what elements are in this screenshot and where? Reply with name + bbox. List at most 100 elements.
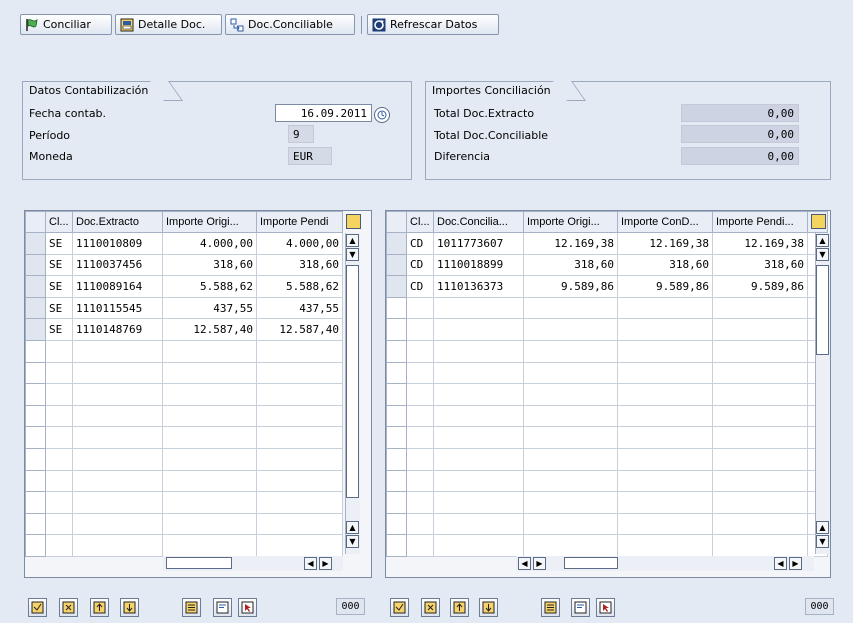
table-cell[interactable]: [433, 469, 524, 493]
table-row[interactable]: CD 1110136373 9.589,86 9.589,86 9.589,86: [386, 275, 828, 298]
row-selector[interactable]: [386, 491, 407, 514]
row-selector[interactable]: [25, 296, 46, 320]
scroll-right-icon[interactable]: ▶: [789, 557, 802, 570]
row-selector[interactable]: [386, 318, 407, 341]
table-cell[interactable]: 9.589,86: [523, 275, 618, 298]
table-cell[interactable]: [523, 318, 618, 341]
row-selector[interactable]: [386, 426, 407, 449]
scroll-left-icon[interactable]: ◀: [774, 557, 787, 570]
table-cell[interactable]: [617, 512, 713, 536]
table-cell[interactable]: [256, 361, 343, 385]
table-cell[interactable]: 12.169,38: [523, 232, 618, 255]
table-cell[interactable]: 437,55: [162, 296, 257, 320]
table-row[interactable]: [386, 469, 828, 493]
table-cell[interactable]: [523, 469, 618, 493]
row-selector[interactable]: [386, 512, 407, 536]
table-row[interactable]: [386, 447, 828, 471]
table-cell[interactable]: [433, 426, 524, 449]
row-selector[interactable]: [25, 275, 46, 298]
table-cell[interactable]: 1110115545: [72, 296, 163, 320]
table-cell[interactable]: [72, 512, 163, 536]
table-cell[interactable]: [406, 469, 434, 493]
table-cell[interactable]: [433, 339, 524, 363]
table-cell[interactable]: [617, 469, 713, 493]
table-cell[interactable]: 1110018899: [433, 253, 524, 277]
table-cell[interactable]: [617, 426, 713, 449]
table-cell[interactable]: [45, 361, 73, 385]
table-cell[interactable]: [433, 404, 524, 428]
row-selector[interactable]: [386, 296, 407, 320]
table-row[interactable]: [25, 512, 343, 536]
table-cell[interactable]: [617, 404, 713, 428]
table-cell[interactable]: [406, 534, 434, 557]
row-selector[interactable]: [25, 404, 46, 428]
table-cell[interactable]: 4.000,00: [162, 232, 257, 255]
table-cell[interactable]: [712, 318, 808, 341]
table-cell[interactable]: [162, 404, 257, 428]
table-cell[interactable]: 318,60: [256, 253, 343, 277]
table-cell[interactable]: [712, 339, 808, 363]
table-cell[interactable]: 5.588,62: [256, 275, 343, 298]
row-selector[interactable]: [386, 253, 407, 277]
sort-descending-icon[interactable]: [479, 598, 498, 617]
column-header[interactable]: Importe Origi...: [523, 211, 618, 233]
scroll-up-icon[interactable]: ▲: [816, 234, 829, 247]
refrescar-datos-button[interactable]: Refrescar Datos: [367, 14, 499, 35]
fecha-contab-field[interactable]: 16.09.2011: [275, 104, 372, 122]
table-cell[interactable]: 12.587,40: [162, 318, 257, 341]
table-cell[interactable]: [256, 339, 343, 363]
row-selector[interactable]: [386, 469, 407, 493]
table-cell[interactable]: [433, 512, 524, 536]
row-selector[interactable]: [25, 361, 46, 385]
table-row[interactable]: [386, 318, 828, 341]
layout-icon[interactable]: [346, 214, 361, 229]
column-header[interactable]: Doc.Concilia...: [433, 211, 524, 233]
table-cell[interactable]: 1110037456: [72, 253, 163, 277]
table-cell[interactable]: [256, 491, 343, 514]
table-cell[interactable]: [406, 383, 434, 406]
scrollbar-thumb[interactable]: [346, 265, 359, 498]
export-icon[interactable]: [571, 598, 590, 617]
table-cell[interactable]: [523, 426, 618, 449]
table-cell[interactable]: [45, 339, 73, 363]
detalle-doc-button[interactable]: Detalle Doc.: [115, 14, 222, 35]
scroll-up-icon[interactable]: ▲: [816, 521, 829, 534]
table-row[interactable]: [386, 512, 828, 536]
table-cell[interactable]: [617, 383, 713, 406]
column-header[interactable]: Cl...: [45, 211, 73, 233]
table-cell[interactable]: SE: [45, 232, 73, 255]
row-selector[interactable]: [25, 318, 46, 341]
table-cell[interactable]: [256, 534, 343, 557]
scroll-down-icon[interactable]: ▼: [346, 535, 359, 548]
table-cell[interactable]: [712, 404, 808, 428]
scroll-up-icon[interactable]: ▲: [346, 234, 359, 247]
horizontal-scrollbar[interactable]: ◀ ▶: [163, 556, 343, 571]
table-cell[interactable]: [406, 491, 434, 514]
table-cell[interactable]: [45, 491, 73, 514]
table-cell[interactable]: [45, 383, 73, 406]
select-all-cell[interactable]: [386, 211, 407, 233]
row-selector[interactable]: [386, 404, 407, 428]
sort-ascending-icon[interactable]: [90, 598, 109, 617]
table-cell[interactable]: [72, 534, 163, 557]
doc-conciliable-button[interactable]: Doc.Conciliable: [225, 14, 355, 35]
table-cell[interactable]: 1110148769: [72, 318, 163, 341]
select-all-icon[interactable]: [28, 598, 47, 617]
table-cell[interactable]: [433, 534, 524, 557]
row-selector[interactable]: [386, 361, 407, 385]
table-row[interactable]: SE 1110037456 318,60 318,60: [25, 253, 343, 277]
table-cell[interactable]: [406, 404, 434, 428]
table-cell[interactable]: [617, 447, 713, 471]
sort-ascending-icon[interactable]: [450, 598, 469, 617]
vertical-scrollbar[interactable]: ▲ ▼ ▲ ▼: [815, 233, 830, 554]
scrollbar-thumb[interactable]: [564, 557, 618, 569]
conciliar-button[interactable]: Conciliar: [20, 14, 112, 35]
table-row[interactable]: SE 1110148769 12.587,40 12.587,40: [25, 318, 343, 341]
table-cell[interactable]: [72, 447, 163, 471]
table-cell[interactable]: CD: [406, 232, 434, 255]
table-cell[interactable]: [712, 469, 808, 493]
row-selector[interactable]: [386, 275, 407, 298]
table-row[interactable]: [386, 491, 828, 514]
table-cell[interactable]: [162, 383, 257, 406]
table-cell[interactable]: 318,60: [617, 253, 713, 277]
